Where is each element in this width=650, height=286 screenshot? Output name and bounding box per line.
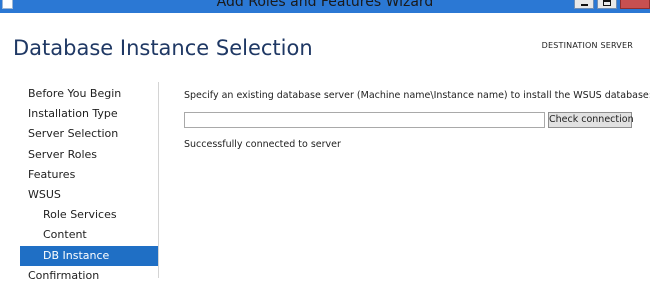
nav-item-wsus[interactable]: WSUS xyxy=(20,185,158,205)
check-connection-button[interactable]: Check connection xyxy=(548,112,634,128)
nav-item-server-selection[interactable]: Server Selection xyxy=(20,124,158,144)
window-title: Add Roles and Features Wizard xyxy=(216,0,434,10)
nav-item-features[interactable]: Features xyxy=(20,165,158,185)
minimize-button[interactable] xyxy=(574,0,594,9)
nav-item-db-instance[interactable]: DB Instance xyxy=(20,245,158,266)
nav-divider xyxy=(158,82,159,278)
title-bar[interactable]: Add Roles and Features Wizard xyxy=(0,0,650,13)
nav-item-confirmation[interactable]: Confirmation xyxy=(20,266,158,286)
database-server-input[interactable] xyxy=(184,112,545,128)
page-title: Database Instance Selection xyxy=(13,36,313,60)
nav-item-before-you-begin[interactable]: Before You Begin xyxy=(20,84,158,104)
destination-server-label: DESTINATION SERVER xyxy=(541,41,633,50)
nav-item-content[interactable]: Content xyxy=(20,225,158,245)
nav-item-role-services[interactable]: Role Services xyxy=(20,205,158,225)
maximize-button[interactable] xyxy=(597,0,617,9)
connection-status: Successfully connected to server xyxy=(184,139,341,150)
nav-item-installation-type[interactable]: Installation Type xyxy=(20,104,158,124)
wizard-nav: Before You Begin Installation Type Serve… xyxy=(20,84,158,286)
nav-item-server-roles[interactable]: Server Roles xyxy=(20,145,158,165)
instruction-text: Specify an existing database server (Mac… xyxy=(184,90,650,101)
close-button[interactable] xyxy=(620,0,650,9)
